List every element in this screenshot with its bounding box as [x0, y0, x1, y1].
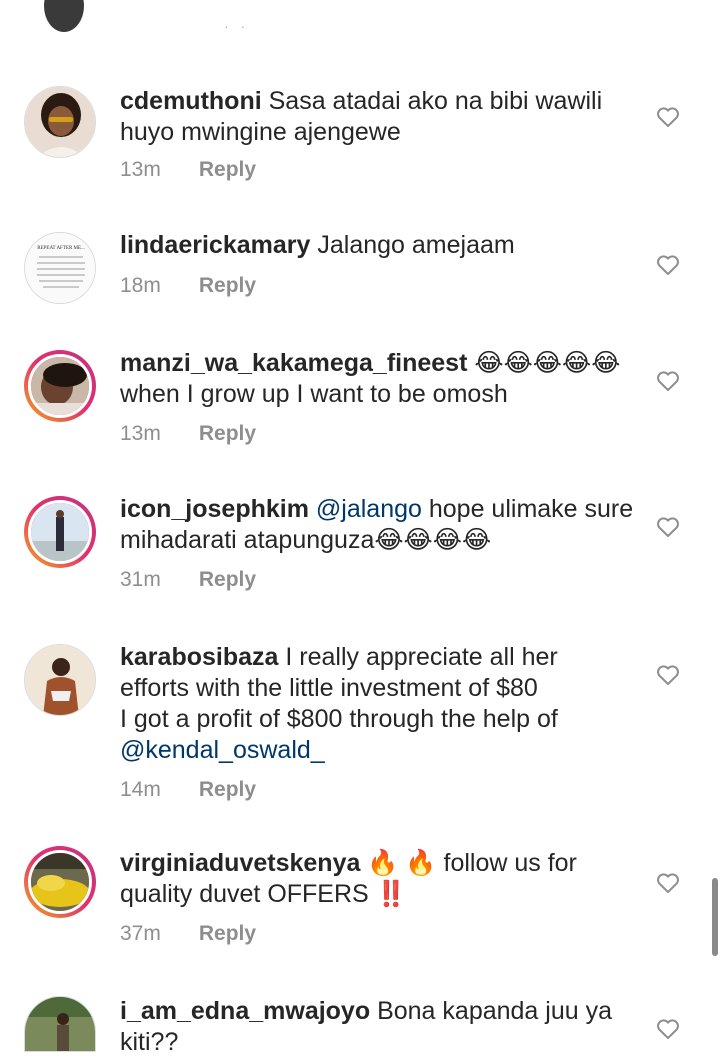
comment-body: follow us for	[443, 849, 577, 877]
heart-outline-icon[interactable]	[656, 872, 680, 894]
comment-text: cdemuthoni Sasa atadai ako na bibi wawil…	[120, 86, 640, 148]
comment-body-line: quality duvet OFFERS ‼️	[120, 880, 407, 908]
comment-meta: 37m Reply	[120, 922, 256, 946]
avatar[interactable]: REPEAT AFTER ME...	[24, 232, 96, 304]
avatar[interactable]	[24, 350, 96, 422]
comment-time: 18m	[120, 274, 161, 297]
comment-text: virginiaduvetskenya 🔥 🔥 follow us for qu…	[120, 848, 640, 910]
heart-outline-icon[interactable]	[656, 106, 680, 128]
reply-button[interactable]: Reply	[199, 422, 256, 445]
scrollbar-thumb[interactable]	[712, 878, 718, 956]
comment-body: Jalango amejaam	[317, 231, 515, 259]
reply-button[interactable]: Reply	[199, 922, 256, 945]
comment-username[interactable]: virginiaduvetskenya	[120, 849, 360, 877]
avatar[interactable]	[24, 644, 96, 716]
reply-button[interactable]: Reply	[199, 274, 256, 297]
previous-comment-fragment: · ·	[0, 0, 720, 40]
comment-time: 13m	[120, 158, 161, 181]
comment-text: lindaerickamary Jalango amejaam	[120, 230, 640, 261]
comment-meta: 13m Reply	[120, 158, 256, 182]
comment-meta: 13m Reply	[120, 422, 256, 446]
heart-outline-icon[interactable]	[656, 1018, 680, 1040]
comment-text: manzi_wa_kakamega_fineest 😂😂😂😂😂 when I g…	[120, 348, 640, 410]
comment-text: karabosibaza I really appreciate all her…	[120, 642, 640, 766]
comment-username[interactable]: i_am_edna_mwajoyo	[120, 997, 370, 1025]
reply-button[interactable]: Reply	[199, 158, 256, 181]
avatar[interactable]	[24, 86, 96, 158]
comment-body: I really appreciate all her	[285, 643, 558, 671]
avatar[interactable]	[24, 996, 96, 1052]
comment-username[interactable]: cdemuthoni	[120, 87, 262, 115]
comment-text: icon_josephkim @jalango hope ulimake sur…	[120, 494, 640, 556]
emoji-fragment: · ·	[224, 18, 250, 34]
comment-meta: 18m Reply	[120, 274, 256, 298]
comment-emoji: 😂😂😂😂😂	[474, 349, 621, 377]
comment-text: i_am_edna_mwajoyo Bona kapanda juu ya ki…	[120, 996, 640, 1058]
reply-button[interactable]: Reply	[199, 778, 256, 801]
avatar-caption: REPEAT AFTER ME...	[37, 246, 85, 251]
avatar[interactable]	[24, 496, 96, 568]
comment-body-line: efforts with the little investment of $8…	[120, 674, 538, 702]
comment-username[interactable]: karabosibaza	[120, 643, 278, 671]
comment-meta: 14m Reply	[120, 778, 256, 802]
comment-username[interactable]: icon_josephkim	[120, 495, 309, 523]
comment-username[interactable]: lindaerickamary	[120, 231, 310, 259]
comment-username[interactable]: manzi_wa_kakamega_fineest	[120, 349, 467, 377]
comment-body: Bona kapanda juu ya	[377, 997, 612, 1025]
heart-outline-icon[interactable]	[656, 516, 680, 538]
avatar[interactable]	[24, 846, 96, 918]
comment-time: 31m	[120, 568, 161, 591]
comment-time: 14m	[120, 778, 161, 801]
comment-meta: 31m Reply	[120, 568, 256, 592]
comment-body-line: mihadarati atapunguza😂😂😂😂	[120, 526, 492, 554]
comment-emoji: 🔥 🔥	[367, 849, 437, 877]
comment-body: hope ulimake sure	[428, 495, 634, 523]
comment-body-line: when I grow up I want to be omosh	[120, 380, 508, 408]
comment-body-line: I got a profit of $800 through the help …	[120, 705, 558, 733]
heart-outline-icon[interactable]	[656, 664, 680, 686]
comment-body: Sasa atadai ako na bibi wawili	[268, 87, 603, 115]
comment-body-line: huyo mwingine ajengewe	[120, 118, 401, 146]
comment-time: 37m	[120, 922, 161, 945]
heart-outline-icon[interactable]	[656, 370, 680, 392]
reply-button[interactable]: Reply	[199, 568, 256, 591]
comment-mention[interactable]: @jalango	[316, 495, 422, 523]
avatar	[44, 0, 84, 32]
comment-mention[interactable]: @kendal_oswald_	[120, 736, 325, 764]
heart-outline-icon[interactable]	[656, 254, 680, 276]
comment-time: 13m	[120, 422, 161, 445]
